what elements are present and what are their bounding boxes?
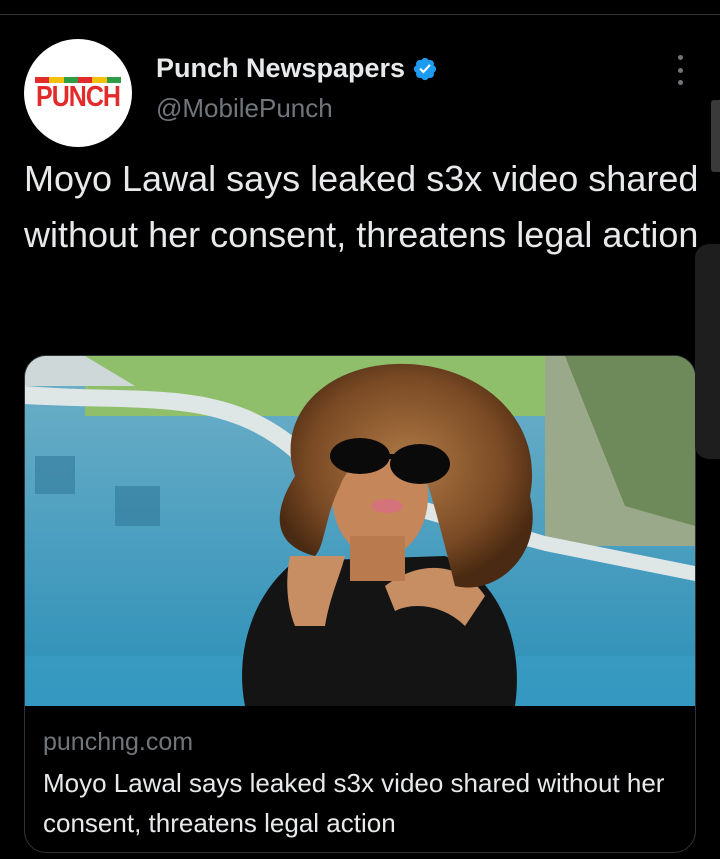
link-card-image[interactable] — [25, 356, 695, 706]
author-display-name[interactable]: Punch Newspapers — [156, 53, 405, 84]
link-card-title[interactable]: Moyo Lawal says leaked s3x video shared … — [43, 763, 683, 843]
avatar[interactable]: PUNCH — [24, 39, 132, 147]
link-card[interactable]: punchng.com Moyo Lawal says leaked s3x v… — [24, 355, 696, 853]
tweet-text: Moyo Lawal says leaked s3x video shared … — [24, 158, 699, 255]
scroll-handle[interactable] — [695, 244, 720, 459]
link-card-domain[interactable]: punchng.com — [43, 728, 193, 757]
author-handle[interactable]: @MobilePunch — [156, 93, 333, 124]
scrollbar-thumb[interactable] — [711, 100, 720, 172]
punch-logo-text: PUNCH — [36, 80, 121, 114]
more-options-icon[interactable] — [668, 55, 692, 85]
author-name-row[interactable]: Punch Newspapers — [156, 53, 438, 84]
verified-badge-icon — [412, 56, 438, 82]
tweet[interactable]: PUNCH Punch Newspapers @MobilePunch Moyo… — [0, 15, 720, 859]
